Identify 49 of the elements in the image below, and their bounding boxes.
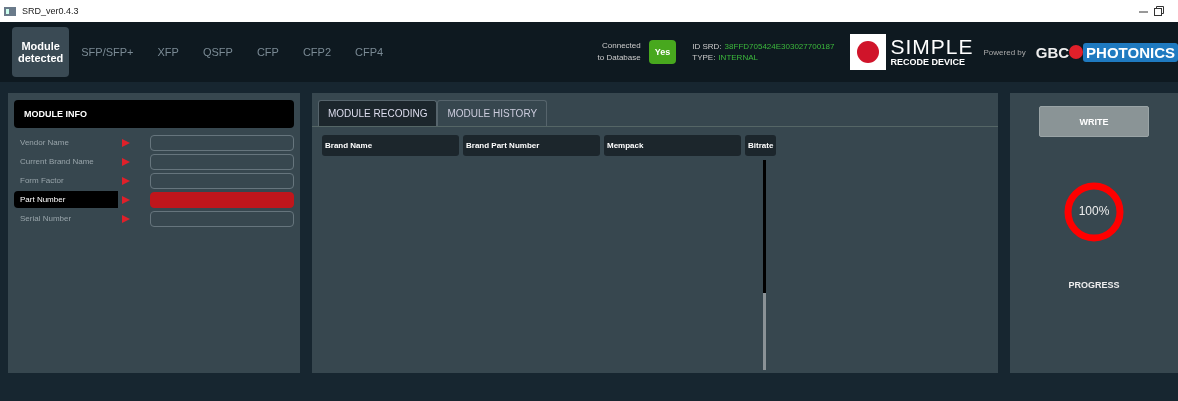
logo-icon (850, 34, 887, 70)
id-label: ID SRD: (692, 42, 722, 51)
brand-name: PHOTONICS (1083, 42, 1178, 62)
progress-value: 100% (1077, 204, 1111, 218)
type-value: INTERNAL (718, 53, 758, 62)
module-tab[interactable]: XFP (145, 27, 191, 77)
column-header: Brand Part Number (463, 135, 600, 156)
module-tab[interactable]: CFP2 (290, 27, 343, 77)
input-field[interactable] (150, 134, 294, 151)
input-field[interactable] (150, 172, 294, 189)
module-tab[interactable]: SFP/SFP+ (69, 27, 146, 77)
module-tab[interactable]: CFP4 (343, 27, 396, 77)
app-icon (4, 6, 16, 16)
restore-icon[interactable] (1154, 6, 1164, 16)
progress-label: PROGRESS (1068, 280, 1120, 290)
write-button[interactable]: WRITE (1039, 106, 1149, 137)
field-label: Form Factor (19, 175, 65, 187)
id-value: 38FFD705424E303027700187 (724, 42, 835, 51)
arrow-icon (122, 176, 130, 185)
arrow-icon (122, 157, 130, 166)
field-label: Current Brand Name (19, 156, 95, 168)
input-field[interactable] (150, 210, 294, 227)
arrow-icon (122, 138, 130, 147)
logo-subtitle: RECODE DEVICE (890, 57, 966, 67)
section-tab[interactable]: MODULE HISTORY (437, 100, 548, 126)
logo-title: SIMPLE (890, 37, 974, 57)
column-header: Brand Name (322, 135, 459, 156)
section-tab[interactable]: MODULE RECODING (318, 100, 438, 126)
column-header: Bitrate (745, 135, 777, 156)
module-tab[interactable]: Module detected (12, 27, 70, 77)
window-title: SRD_ver0.4.3 (22, 6, 79, 16)
scrollbar[interactable] (763, 160, 767, 370)
input-field[interactable] (150, 153, 294, 170)
database-label: Connected to Database (597, 40, 641, 64)
field-label: Vendor Name (19, 137, 70, 149)
brand-name: GBC (1035, 43, 1070, 61)
module-tab[interactable]: QSFP (190, 27, 245, 77)
field-label: Part Number (14, 191, 118, 208)
arrow-icon (122, 195, 130, 204)
panel-title: MODULE INFO (14, 100, 294, 128)
input-field[interactable] (150, 191, 294, 208)
dot-icon (1069, 45, 1084, 59)
field-label: Serial Number (19, 213, 73, 225)
database-status: Yes (648, 40, 677, 64)
powered-by: Powered by (983, 47, 1026, 57)
type-label: TYPE: (692, 53, 716, 62)
arrow-icon (122, 214, 130, 223)
module-tab[interactable]: CFP (244, 27, 291, 77)
column-header: Mempack (604, 135, 741, 156)
